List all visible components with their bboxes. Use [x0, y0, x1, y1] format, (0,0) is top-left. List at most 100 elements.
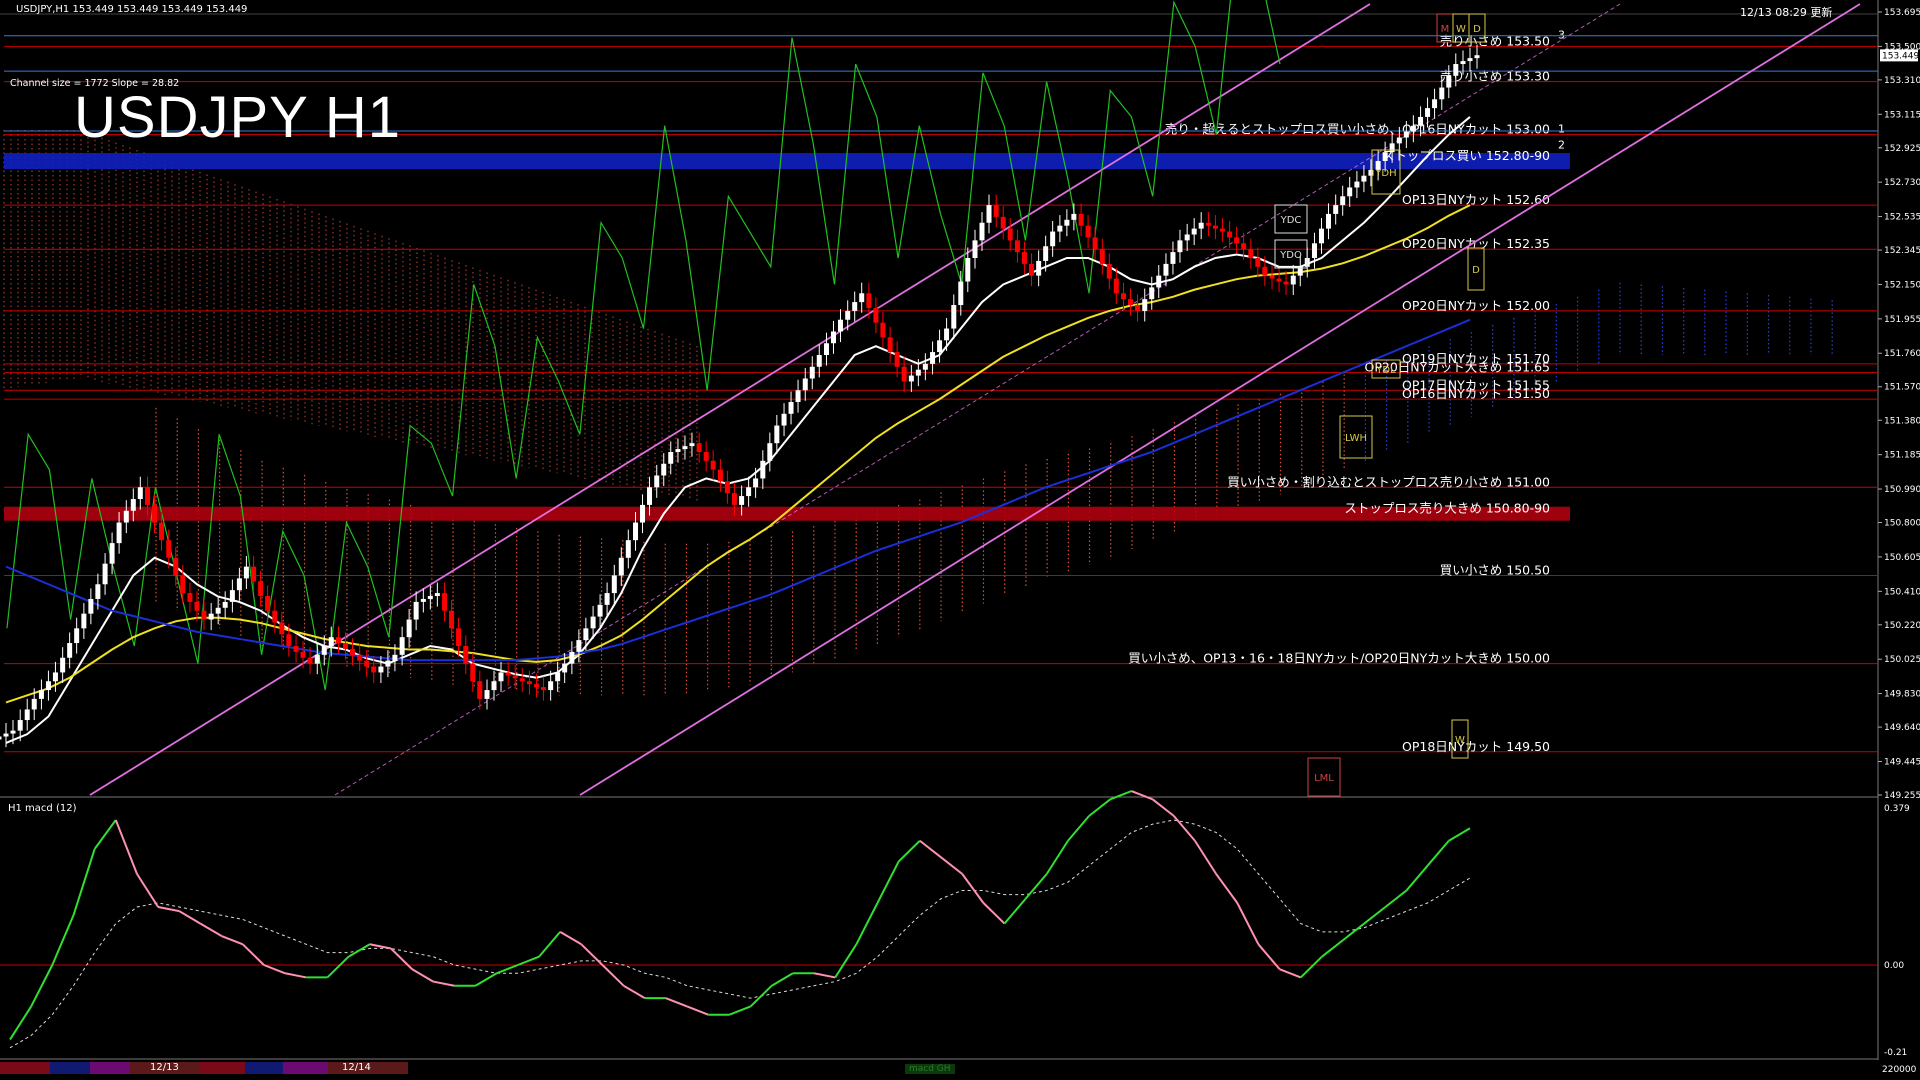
- candle-body: [1219, 228, 1225, 232]
- candle-body: [604, 593, 610, 605]
- candle-body: [251, 566, 257, 582]
- candle-body: [611, 575, 617, 594]
- macd-segment: [1215, 873, 1239, 904]
- candle-body: [986, 205, 992, 223]
- level-number: 1: [1558, 123, 1565, 136]
- candle-body: [180, 575, 186, 594]
- candle-body: [908, 375, 914, 382]
- macd-segment: [1045, 840, 1069, 875]
- tag-label: YDH: [1374, 168, 1396, 179]
- candle-body: [583, 628, 589, 641]
- candle-body: [385, 660, 391, 667]
- candle-body: [420, 598, 426, 602]
- axis-tick-label: 150.025: [1884, 655, 1920, 665]
- candle-body: [81, 613, 87, 629]
- macd-segment: [1279, 968, 1302, 979]
- candle-body: [1043, 246, 1049, 261]
- candle-body: [17, 720, 23, 731]
- candle-body: [137, 487, 143, 500]
- candle-body: [45, 681, 51, 691]
- candle-body: [668, 451, 674, 464]
- candle-body: [1340, 196, 1346, 206]
- tag-label: D: [1473, 24, 1481, 35]
- macd-segment: [1024, 873, 1048, 900]
- axis-tick-label: 152.345: [1884, 246, 1920, 256]
- candle-body: [1255, 258, 1261, 267]
- axis-tick-label: 152.925: [1884, 144, 1920, 154]
- candle-body: [562, 663, 568, 673]
- tag-label: W: [1455, 735, 1465, 746]
- axis-tick-label: 151.570: [1884, 383, 1920, 393]
- macd-segment: [432, 980, 455, 987]
- axis-tick-label: 149.255: [1884, 791, 1920, 801]
- candle-body: [901, 366, 907, 382]
- candle-body: [1396, 137, 1402, 144]
- candle-body: [951, 305, 957, 329]
- candle-body: [661, 463, 667, 476]
- macd-segment: [114, 819, 138, 875]
- stoploss-buy-band: [4, 153, 1570, 170]
- tag-lwh: LWH: [1339, 415, 1373, 459]
- macd-segment: [1236, 902, 1260, 945]
- candle-body: [52, 672, 58, 682]
- candle-body: [555, 672, 561, 682]
- macd-segment: [1088, 798, 1111, 817]
- candle-body: [944, 328, 950, 341]
- level-annotation: 売り・超えるとストップロス買い小さめ、OP16日NYカット 153.00: [1165, 122, 1550, 137]
- candle-body: [774, 425, 780, 444]
- candle-body: [456, 628, 462, 646]
- candle-body: [859, 293, 865, 303]
- current-price-label: 153.449: [1882, 51, 1919, 61]
- candle-body: [724, 481, 730, 494]
- candle-body: [300, 651, 306, 658]
- macd-segment: [199, 922, 223, 937]
- macd-segment: [1342, 922, 1365, 941]
- macd-segment: [1448, 827, 1471, 842]
- candle-body: [837, 319, 843, 332]
- timeline-segment: [50, 1062, 90, 1074]
- macd-segment: [580, 943, 604, 966]
- chart-window[interactable]: 売り小さめ 153.50 3 売り小さめ 153.30 売り・超えるとストップロス買い…: [0, 0, 1920, 1080]
- candle-body: [937, 340, 943, 353]
- macd-segment: [263, 964, 286, 975]
- candle-body: [1290, 275, 1296, 285]
- macd-segment: [1194, 840, 1217, 875]
- tag-ydc: YDC: [1274, 204, 1308, 234]
- macd-segment: [284, 972, 307, 979]
- candle-body: [10, 730, 16, 734]
- candle-body: [533, 684, 539, 688]
- candle-body: [102, 563, 108, 585]
- macd-tab-label[interactable]: macd GH: [905, 1064, 955, 1074]
- date-label-1213: 12/13: [150, 1062, 179, 1073]
- candle-body: [922, 363, 928, 370]
- candle-body: [1467, 58, 1473, 62]
- macd-segment: [1109, 790, 1132, 801]
- tag-day-2: D: [1467, 247, 1485, 291]
- macd-segment: [623, 984, 646, 1000]
- macd-segment: [1131, 790, 1153, 801]
- candle-body: [145, 487, 151, 505]
- candle-body: [88, 598, 94, 614]
- candle-body: [1403, 131, 1409, 138]
- candle-body: [965, 258, 971, 282]
- macd-segment: [559, 931, 582, 946]
- candle-body: [930, 352, 936, 364]
- axis-tick-label: 150.990: [1884, 485, 1920, 495]
- tag-label: D: [1472, 265, 1480, 276]
- candle-body: [795, 390, 801, 403]
- candle-body: [1106, 263, 1112, 279]
- candle-body: [1248, 249, 1254, 259]
- candle-body: [194, 601, 200, 611]
- macd-axis-label: 0.379: [1884, 804, 1910, 814]
- candle-body: [1432, 99, 1438, 109]
- candle-body: [1318, 228, 1324, 244]
- candle-body: [519, 678, 525, 682]
- candle-body: [413, 601, 419, 620]
- axis-tick-label: 150.800: [1884, 519, 1920, 529]
- price-chart[interactable]: 売り小さめ 153.50 3売り小さめ 153.30売り・超えるとストップロス買い…: [0, 0, 1920, 1080]
- candle-body: [816, 355, 822, 367]
- candle-body: [3, 733, 9, 737]
- bottom-right-value: 220000: [1882, 1065, 1917, 1075]
- candle-body: [1283, 281, 1289, 285]
- tag-label: LWH: [1345, 433, 1367, 444]
